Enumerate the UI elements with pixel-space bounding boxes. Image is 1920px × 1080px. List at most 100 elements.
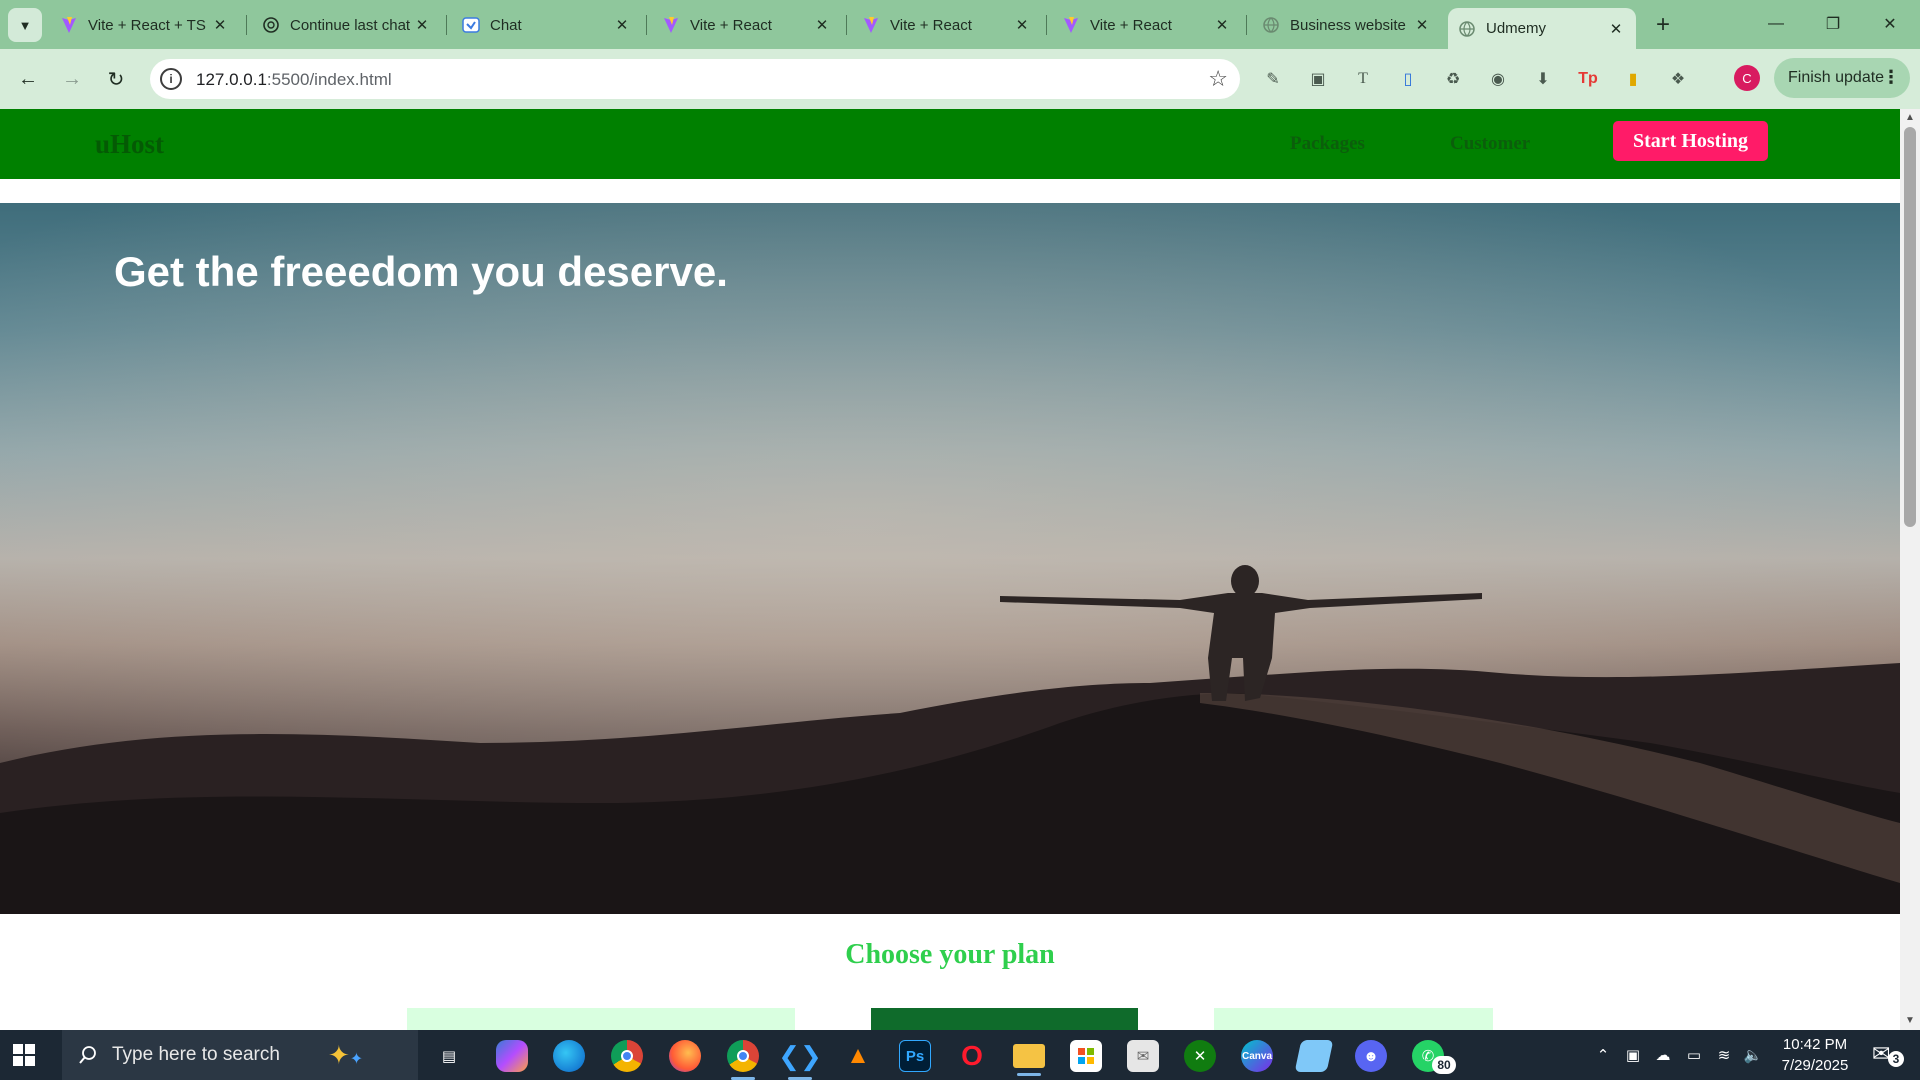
- tab-title: Vite + React: [690, 16, 772, 34]
- tab-title: Vite + React: [1090, 16, 1172, 34]
- start-hosting-button[interactable]: Start Hosting: [1613, 121, 1768, 161]
- scroll-down-icon[interactable]: ▼: [1904, 1015, 1916, 1027]
- site-logo[interactable]: uHost: [95, 129, 164, 160]
- taskbar-search[interactable]: Type here to search ✦✦: [62, 1030, 418, 1080]
- windows-start-icon[interactable]: [12, 1043, 36, 1067]
- discord-icon[interactable]: ☻: [1355, 1040, 1387, 1072]
- chevron-down-icon: ▼: [18, 17, 32, 33]
- file-explorer-icon[interactable]: [1013, 1044, 1045, 1076]
- plan-card-plus: [871, 1008, 1138, 1030]
- forward-button[interactable]: →: [56, 63, 88, 95]
- sidepanel-extension-icon[interactable]: ▣: [1305, 66, 1331, 92]
- copilot-icon[interactable]: [496, 1040, 528, 1072]
- tab-title: Udmemy: [1486, 20, 1547, 37]
- tab-separator: [446, 15, 447, 35]
- nav-link-customers[interactable]: Customer: [1450, 133, 1530, 155]
- page-scrollbar[interactable]: ▲ ▼: [1900, 109, 1920, 1030]
- download-icon[interactable]: ⬇: [1530, 66, 1556, 92]
- tab-vite-react-1[interactable]: Vite + React ✕: [652, 8, 842, 42]
- arrow-left-icon: ←: [18, 67, 38, 90]
- minimize-button[interactable]: —: [1756, 10, 1796, 38]
- chrome-dev-icon[interactable]: [727, 1040, 759, 1080]
- close-icon[interactable]: ✕: [210, 15, 230, 35]
- vite-icon: [1062, 16, 1080, 34]
- chatgpt-icon: [262, 16, 280, 34]
- nav-link-packages[interactable]: Packages: [1290, 133, 1365, 155]
- firefox-icon[interactable]: [669, 1040, 701, 1072]
- finish-update-button[interactable]: Finish update ⋮: [1774, 58, 1910, 98]
- chrome-icon[interactable]: [611, 1040, 643, 1072]
- meet-now-icon[interactable]: ▣: [1622, 1044, 1644, 1066]
- onedrive-icon[interactable]: ☁: [1652, 1044, 1674, 1066]
- notepad-icon[interactable]: [1294, 1040, 1334, 1072]
- tab-vite-react-ts[interactable]: Vite + React + TS ✕: [50, 8, 240, 42]
- extensions-puzzle-icon[interactable]: ❖: [1665, 66, 1691, 92]
- tab-title: Business website: [1290, 16, 1406, 34]
- photoshop-icon[interactable]: Ps: [899, 1040, 931, 1072]
- tab-title: Continue last chat: [290, 16, 411, 34]
- tab-search-button[interactable]: ▼: [8, 8, 42, 42]
- notification-center-button[interactable]: ✉ 3: [1866, 1041, 1906, 1069]
- task-view-icon[interactable]: ▤: [433, 1040, 465, 1072]
- text-extension-icon[interactable]: T: [1350, 66, 1376, 92]
- taskbar-clock[interactable]: 10:42 PM 7/29/2025: [1770, 1034, 1860, 1076]
- pen-extension-icon[interactable]: ✎: [1260, 66, 1286, 92]
- close-icon[interactable]: ✕: [1012, 15, 1032, 35]
- tp-extension-icon[interactable]: Tp: [1575, 66, 1601, 92]
- tab-title: Chat: [490, 16, 522, 34]
- close-window-button[interactable]: ✕: [1870, 10, 1910, 38]
- tab-business-website[interactable]: Business website ✕: [1252, 8, 1442, 42]
- tab-udmemy[interactable]: Udmemy ✕: [1448, 8, 1636, 49]
- vlc-icon[interactable]: ▲: [842, 1040, 874, 1072]
- plan-card-free: [407, 1008, 795, 1030]
- tab-separator: [1046, 15, 1047, 35]
- tab-vite-react-3[interactable]: Vite + React ✕: [1052, 8, 1242, 42]
- tab-vite-react-2[interactable]: Vite + React ✕: [852, 8, 1042, 42]
- vite-icon: [60, 16, 78, 34]
- url-path: :5500/index.html: [266, 70, 392, 89]
- battery-icon[interactable]: ▭: [1683, 1044, 1705, 1066]
- canva-icon[interactable]: Canva: [1241, 1040, 1273, 1072]
- mail-icon[interactable]: ✉: [1127, 1040, 1159, 1072]
- opera-icon[interactable]: O: [956, 1040, 988, 1072]
- wallet-extension-icon[interactable]: ▮: [1620, 66, 1646, 92]
- volume-icon[interactable]: 🔈: [1742, 1044, 1764, 1066]
- hero-title: Get the freeedom you deserve.: [114, 248, 728, 295]
- address-bar[interactable]: i 127.0.0.1:5500/index.html ☆: [150, 59, 1240, 99]
- close-icon[interactable]: ✕: [1212, 15, 1232, 35]
- scroll-up-icon[interactable]: ▲: [1904, 112, 1916, 124]
- back-button[interactable]: ←: [12, 63, 44, 95]
- microsoft-store-icon[interactable]: [1070, 1040, 1102, 1072]
- chevron-up-icon[interactable]: ⌃: [1592, 1044, 1614, 1066]
- notification-icon: ✉: [1872, 1041, 1891, 1066]
- vscode-icon[interactable]: ❮❯: [778, 1040, 822, 1080]
- bookmark-star-icon[interactable]: ☆: [1208, 66, 1228, 92]
- globe-icon: [1458, 20, 1476, 38]
- docs-extension-icon[interactable]: ▯: [1395, 66, 1421, 92]
- new-tab-button[interactable]: +: [1650, 11, 1676, 38]
- camera-extension-icon[interactable]: ◉: [1485, 66, 1511, 92]
- search-placeholder: Type here to search: [112, 1044, 280, 1065]
- site-info-icon[interactable]: i: [160, 68, 182, 90]
- close-icon[interactable]: ✕: [412, 15, 432, 35]
- tab-separator: [246, 15, 247, 35]
- plan-card-premium: [1214, 1008, 1493, 1030]
- page-viewport: uHost Packages Customer Start Hosting Ge…: [0, 109, 1900, 1030]
- reload-icon: ↻: [107, 68, 125, 91]
- recycle-extension-icon[interactable]: ♻: [1440, 66, 1466, 92]
- close-icon[interactable]: ✕: [612, 15, 632, 35]
- clock-time: 10:42 PM: [1782, 1036, 1848, 1053]
- clock-date: 7/29/2025: [1781, 1057, 1849, 1074]
- wifi-icon[interactable]: ≋: [1713, 1044, 1735, 1066]
- profile-avatar[interactable]: C: [1734, 65, 1760, 91]
- edge-icon[interactable]: [553, 1040, 585, 1072]
- scrollbar-thumb[interactable]: [1904, 127, 1916, 527]
- xbox-icon[interactable]: ✕: [1184, 1040, 1216, 1072]
- close-icon[interactable]: ✕: [1606, 19, 1626, 39]
- restore-button[interactable]: ❐: [1813, 10, 1853, 38]
- reload-button[interactable]: ↻: [100, 63, 132, 95]
- tab-chat[interactable]: Chat ✕: [452, 8, 642, 42]
- close-icon[interactable]: ✕: [812, 15, 832, 35]
- tab-continue-last-chat[interactable]: Continue last chat ✕: [252, 8, 442, 42]
- close-icon[interactable]: ✕: [1412, 15, 1432, 35]
